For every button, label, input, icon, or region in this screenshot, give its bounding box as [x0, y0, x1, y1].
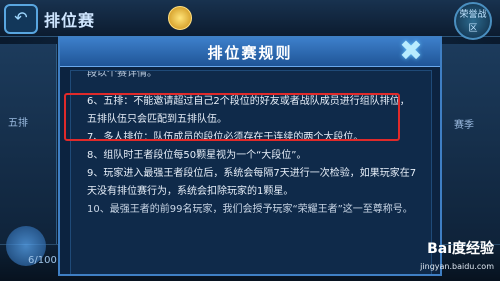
top-bar: ↶ 排位赛 荣誉战区 [0, 0, 500, 40]
rule-line: 9、玩家进入最强王者段位后，系统会每隔7天进行一次检验，如果玩家在7 [87, 168, 417, 179]
rank-progress: 6/100 [28, 255, 57, 266]
coin-icon [168, 6, 192, 30]
back-arrow-icon[interactable]: ↶ [4, 4, 38, 34]
watermark: Bai度经验 jingyan.baidu.com [398, 240, 494, 276]
honor-zone-badge[interactable]: 荣誉战区 [454, 2, 492, 40]
left-side-label: 五排 [8, 118, 28, 129]
dialog-header: 排位赛规则 ✖ [60, 38, 440, 67]
rule-line: 10、最强王者的前99名玩家，我们会授予玩家“荣耀王者”这一至尊称号。 [87, 204, 413, 215]
rule-line: 天没有排位赛行为，系统会扣除玩家的1颗星。 [87, 186, 294, 197]
watermark-brand: Bai度经验 [427, 241, 494, 257]
right-side-panel: 赛季 [439, 44, 500, 244]
rule-line: 段以个赛详情。 [87, 70, 157, 79]
highlight-box [64, 93, 400, 141]
watermark-url: jingyan.baidu.com [420, 262, 494, 271]
close-icon[interactable]: ✖ [396, 38, 426, 66]
right-side-label: 赛季 [454, 120, 474, 131]
left-side-panel: 五排 [0, 44, 57, 244]
screen-title: 排位赛 [44, 11, 96, 30]
rule-line: 8、组队时王者段位每50颗星视为一个“大段位”。 [87, 150, 307, 161]
dialog-title: 排位赛规则 [207, 44, 293, 62]
rules-dialog: 排位赛规则 ✖ 段以个赛详情。 6、五排：不能邀请超过自己2个段位的好友或者战队… [58, 36, 442, 276]
